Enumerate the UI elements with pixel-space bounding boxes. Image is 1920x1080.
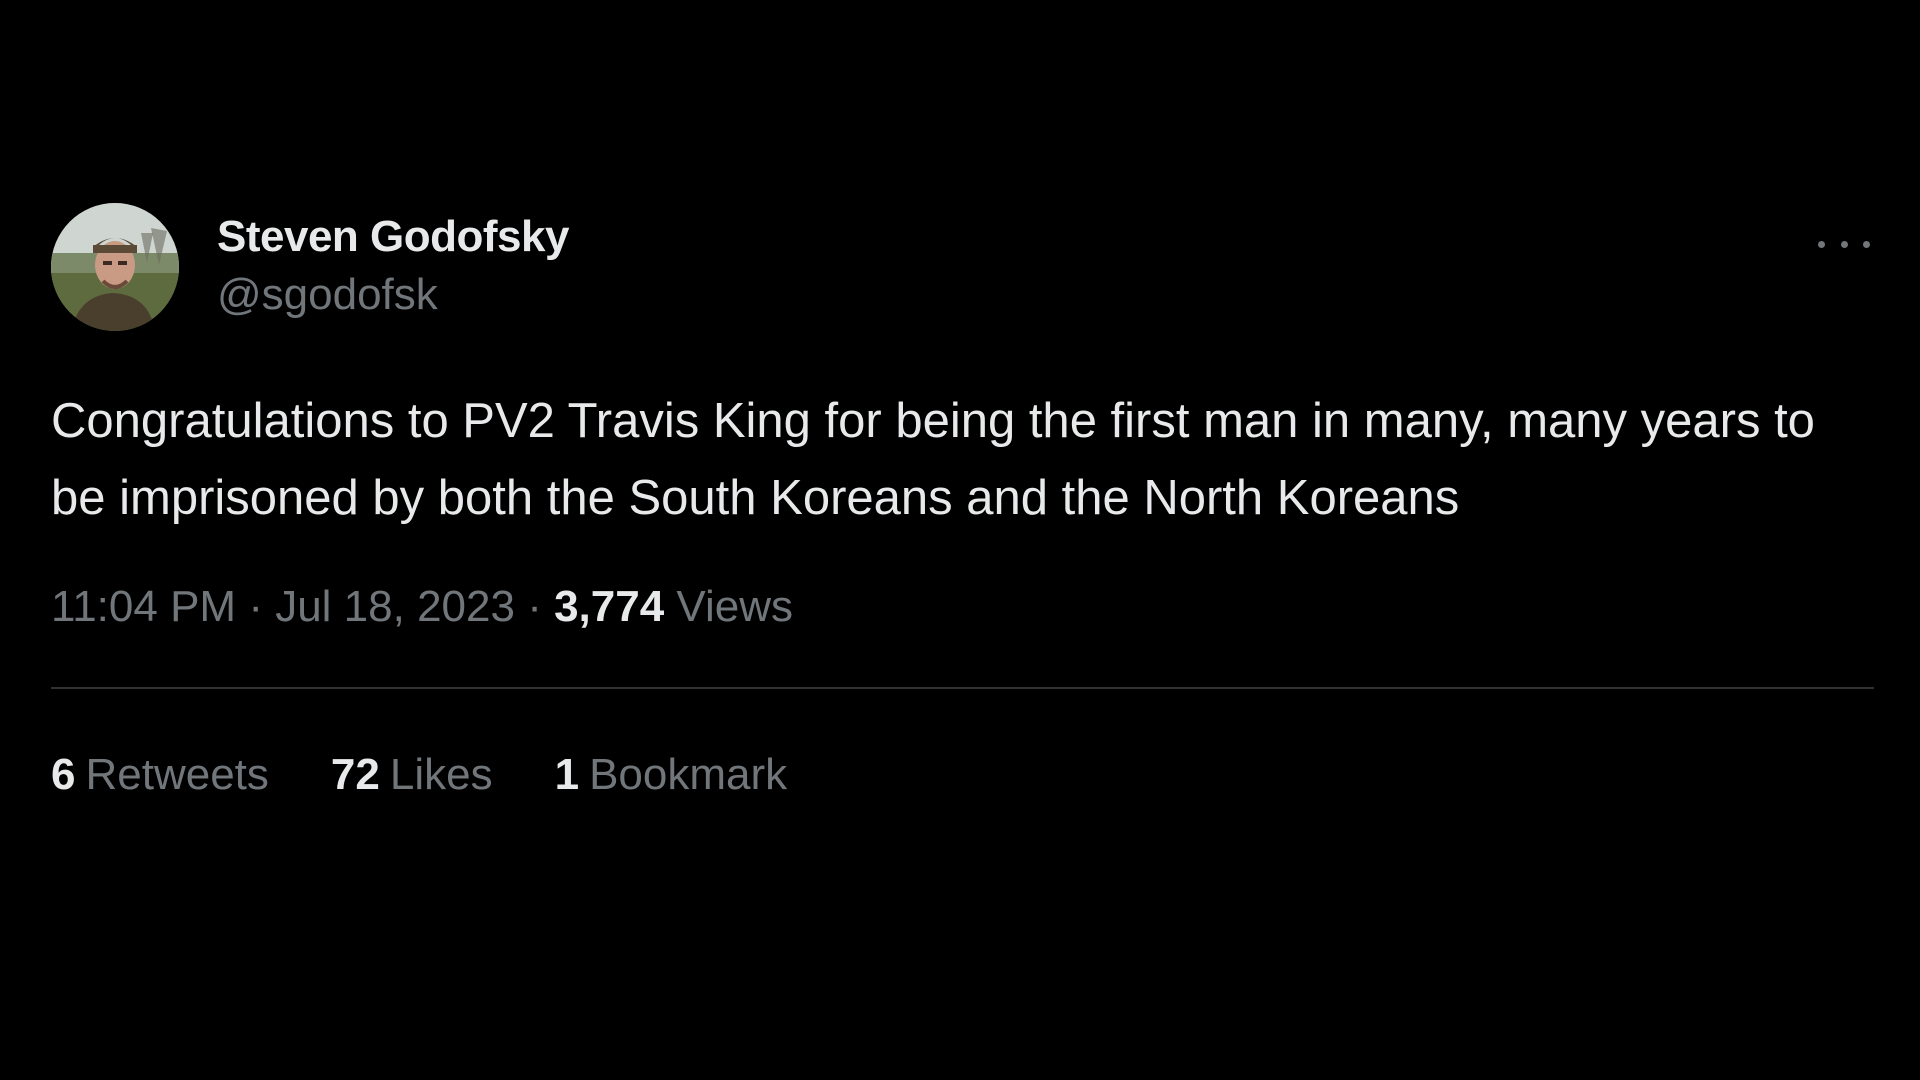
retweets-label: Retweets [85,750,269,799]
bookmarks-label: Bookmark [589,750,788,799]
more-options-icon[interactable] [1814,226,1874,262]
tweet-meta: 11:04 PM · Jul 18, 2023 · 3,774 Views [51,577,1874,637]
author-names: Steven Godofsky @sgodofsk [217,209,569,325]
avatar[interactable] [51,203,179,331]
bookmarks-count: 1 [554,750,580,799]
meta-separator: · [527,582,542,631]
views-label: Views [676,582,793,631]
retweets-stat[interactable]: 6 Retweets [51,745,269,805]
likes-label: Likes [389,750,493,799]
tweet-header: Steven Godofsky @sgodofsk [51,202,1874,332]
bookmarks-stat[interactable]: 1 Bookmark [555,745,788,805]
dot [1863,240,1870,248]
retweets-count: 6 [51,750,76,799]
tweet-text: Congratulations to PV2 Travis King for b… [51,394,1815,525]
avatar-image [51,203,179,331]
author-handle[interactable]: @sgodofsk [217,265,569,325]
author-display-name[interactable]: Steven Godofsky [217,209,569,265]
dot [1818,240,1825,248]
meta-separator: · [248,582,263,631]
dot [1840,240,1848,248]
tweet-date[interactable]: Jul 18, 2023 [275,582,515,631]
tweet-card: Steven Godofsky @sgodofsk Congratulation… [51,202,1874,805]
engagement-stats: 6 Retweets 72 Likes 1 Bookmark [51,745,1874,805]
likes-count: 72 [330,750,380,799]
divider [51,687,1874,689]
views-count: 3,774 [554,582,665,631]
tweet-time[interactable]: 11:04 PM [51,582,236,631]
likes-stat[interactable]: 72 Likes [331,745,493,805]
